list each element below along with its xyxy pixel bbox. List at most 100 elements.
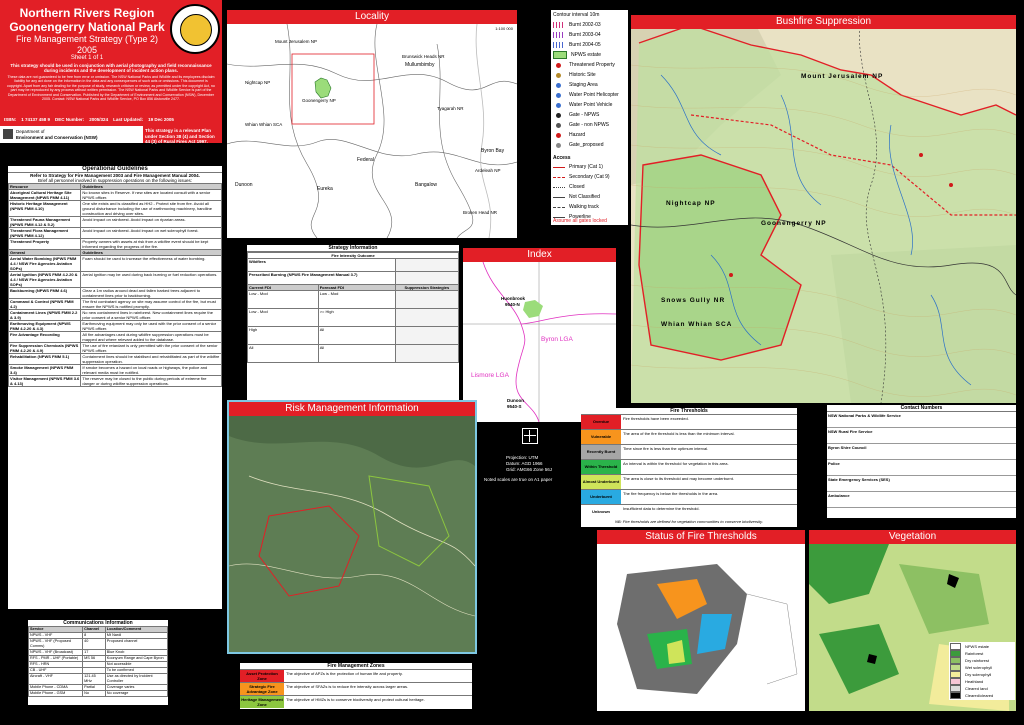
isbn-row: ISBN: 1 74137 458 9 DEC Number: 2005/324 L…	[4, 117, 218, 122]
threshold-name: Unknown	[581, 505, 621, 519]
comms-panel: Communications Information Service Channe…	[27, 620, 169, 705]
scale-note: Noted scales are true on A1 paper	[484, 477, 553, 482]
veg-swatch	[950, 692, 961, 699]
index-lga-lismore: Lismore LGA	[471, 372, 509, 379]
op-resource: Fire Advantage Recording	[7, 331, 82, 343]
current-fdi: Low - Mod	[247, 290, 319, 309]
op-guideline: Containment lines should be stabilised a…	[80, 353, 222, 365]
current-fdi: All	[247, 344, 319, 363]
op-resource: Smoke Management (NPWS FMM 3.4)	[7, 364, 82, 376]
current-fdi: Low - Mod	[247, 308, 319, 327]
op-row: Containment Lines (NPWS FMM 2.2 & 3.9) No…	[7, 309, 222, 321]
status-map	[617, 564, 798, 694]
comms-cell: Aircraft - VHF	[27, 673, 84, 685]
op-guideline: The first combatant agency on site may a…	[80, 298, 222, 310]
place-mount-jerusalem: Mount Jerusalem NP	[275, 39, 318, 44]
prescribed-label: Prescribed Burning (NPWS Fire Management…	[247, 271, 396, 285]
wildfires-label: Wildfires	[247, 258, 396, 272]
contact-name: Police	[828, 461, 840, 466]
op-title: Operational Guidelines	[8, 166, 222, 173]
place-nightcap: Nightcap NP	[245, 80, 271, 85]
threshold-row: Overdue Fire thresholds have been exceede…	[581, 414, 797, 429]
veg-legend-item: Cleared land	[950, 685, 1014, 692]
veg-label: Dry rainforest	[965, 658, 990, 663]
contact-name: NSW Rural Fire Service	[828, 429, 873, 434]
access-items: Primary (Cat 1) Secondary (Cat 9) Closed No…	[553, 162, 627, 222]
threshold-desc: The area of the fire threshold is less t…	[623, 431, 735, 436]
disclaimer: These data are not guaranteed to be free…	[7, 75, 215, 102]
threshold-name: Overdue	[581, 415, 621, 429]
access-label: Closed	[569, 184, 585, 190]
plan-note: This strategy is a relevant Plan under S…	[143, 126, 222, 144]
year: 2005	[76, 45, 98, 55]
contact-number	[961, 412, 963, 427]
op-row: Threatened Flora Management (NPWS FMM 4.…	[7, 227, 222, 239]
strategy-row: All All	[247, 344, 460, 363]
veg-swatch	[950, 650, 961, 657]
legend-label: Staging Area	[569, 82, 598, 88]
threshold-row: Vulnerable The area of the fire threshold…	[581, 429, 797, 444]
veg-label: Wet sclerophyll	[965, 665, 993, 670]
op-row: Aerial Water Bombing (NPWS FMM 4.4 / NSW…	[7, 255, 222, 272]
op-row: Aboriginal Cultural Heritage Site Manage…	[7, 189, 222, 201]
vegetation-title: Vegetation	[809, 530, 1016, 544]
comms-table: Service Channel Location/Comment NPWS - VH…	[27, 626, 169, 697]
op-subtitle2: Brief all personnel involved in suppress…	[37, 178, 193, 183]
contact-name: Ambulance	[828, 493, 850, 498]
op-guideline: If smoke becomes a hazard on local roads…	[80, 364, 222, 376]
strategy-title: Fire Management Strategy (Type 2)	[15, 34, 159, 44]
op-guideline: All fire advantages used during wildfire…	[80, 331, 222, 343]
veg-label: Cleared/cleared	[965, 693, 994, 698]
threshold-row: Within Threshold An interval is within th…	[581, 459, 797, 474]
place-federal: Federal	[357, 157, 374, 163]
contact-row: Byron Shire Council	[827, 444, 1016, 460]
projection-line1: Projection: UTM	[506, 455, 539, 460]
legend-swatch	[556, 122, 561, 128]
risk-panel: Risk Management Information	[227, 400, 477, 654]
op-row: Fire Advantage Recording All fire advanta…	[7, 331, 222, 343]
op-row: Earthmoving Equipment (NPWS FMM 4.2.20 &…	[7, 320, 222, 332]
legend-swatch	[553, 32, 565, 38]
bushfire-label-snows-gully: Snows Gully NR	[661, 297, 726, 304]
threshold-desc: The fire frequency is below the threshol…	[623, 491, 719, 496]
strategy-rows: Low - Mod Low - Mod Low - Mod >= High High Al…	[247, 290, 460, 363]
legend-swatch	[553, 51, 567, 59]
op-guideline: Aerial ignition may be used during back …	[80, 271, 222, 288]
contour-note: Contour interval 10m	[553, 12, 600, 18]
bushfire-label-mount-jerusalem: Mount Jerusalem NP	[801, 73, 884, 80]
place-goonengerry: Goonengerry NP	[302, 98, 336, 103]
access-label: Walking track	[569, 204, 599, 210]
place-eureka: Eureka	[317, 186, 333, 192]
legend-label: Gate - non NPWS	[569, 122, 610, 128]
op-resource: Rehabilitation (NPWS FMM 5.1)	[7, 353, 82, 365]
op-guideline: The reserve may be closed to the public …	[80, 375, 222, 387]
title-panel: Northern Rivers Region Goonengerry Natio…	[0, 0, 222, 143]
legend-swatch	[556, 132, 561, 138]
locality-title: Locality	[227, 10, 517, 24]
place-byron-bay: Byron Bay	[481, 148, 505, 154]
threshold-row: Unknown Insufficient data to determine th…	[581, 504, 797, 519]
op-guideline: Property owners with assets at risk from…	[80, 238, 222, 250]
legend-item: Water Point Vehicle	[553, 100, 627, 110]
threshold-name: Recently Burnt	[581, 445, 621, 459]
bushfire-label-goonengerry: Goonengerry NP	[761, 220, 827, 227]
legend-label: Gate_proposed	[569, 142, 604, 148]
contact-row: NSW Rural Fire Service	[827, 428, 1016, 444]
strategy-row: Low - Mod >= High	[247, 308, 460, 327]
veg-legend-item: Dry sclerophyll	[950, 671, 1014, 678]
strategy-title: Strategy Information	[247, 245, 459, 252]
legend-label: Hazard	[569, 132, 586, 138]
threshold-desc: The area is close to its threshold and m…	[623, 476, 734, 481]
op-rows: Aboriginal Cultural Heritage Site Manage…	[7, 189, 222, 387]
prescribed-desc	[394, 271, 460, 285]
dec-value: 2005/324	[89, 117, 109, 122]
index-sheet-huonbrook: Huonbrook	[501, 296, 525, 301]
legend-item: Historic Site	[553, 70, 627, 80]
op-resource: Threatened Property	[7, 238, 82, 250]
zone-row: Heritage Management Zone The objective of…	[240, 695, 472, 708]
status-panel: Status of Fire Thresholds	[597, 530, 805, 711]
op-guideline: The use of fire retardant is only permit…	[80, 342, 222, 354]
legend-items: Burnt 2002-03 Burnt 2003-04 Burnt 2004-05 N…	[553, 20, 627, 150]
legend-item: Burnt 2003-04	[553, 30, 627, 40]
access-title: Access	[553, 155, 571, 161]
